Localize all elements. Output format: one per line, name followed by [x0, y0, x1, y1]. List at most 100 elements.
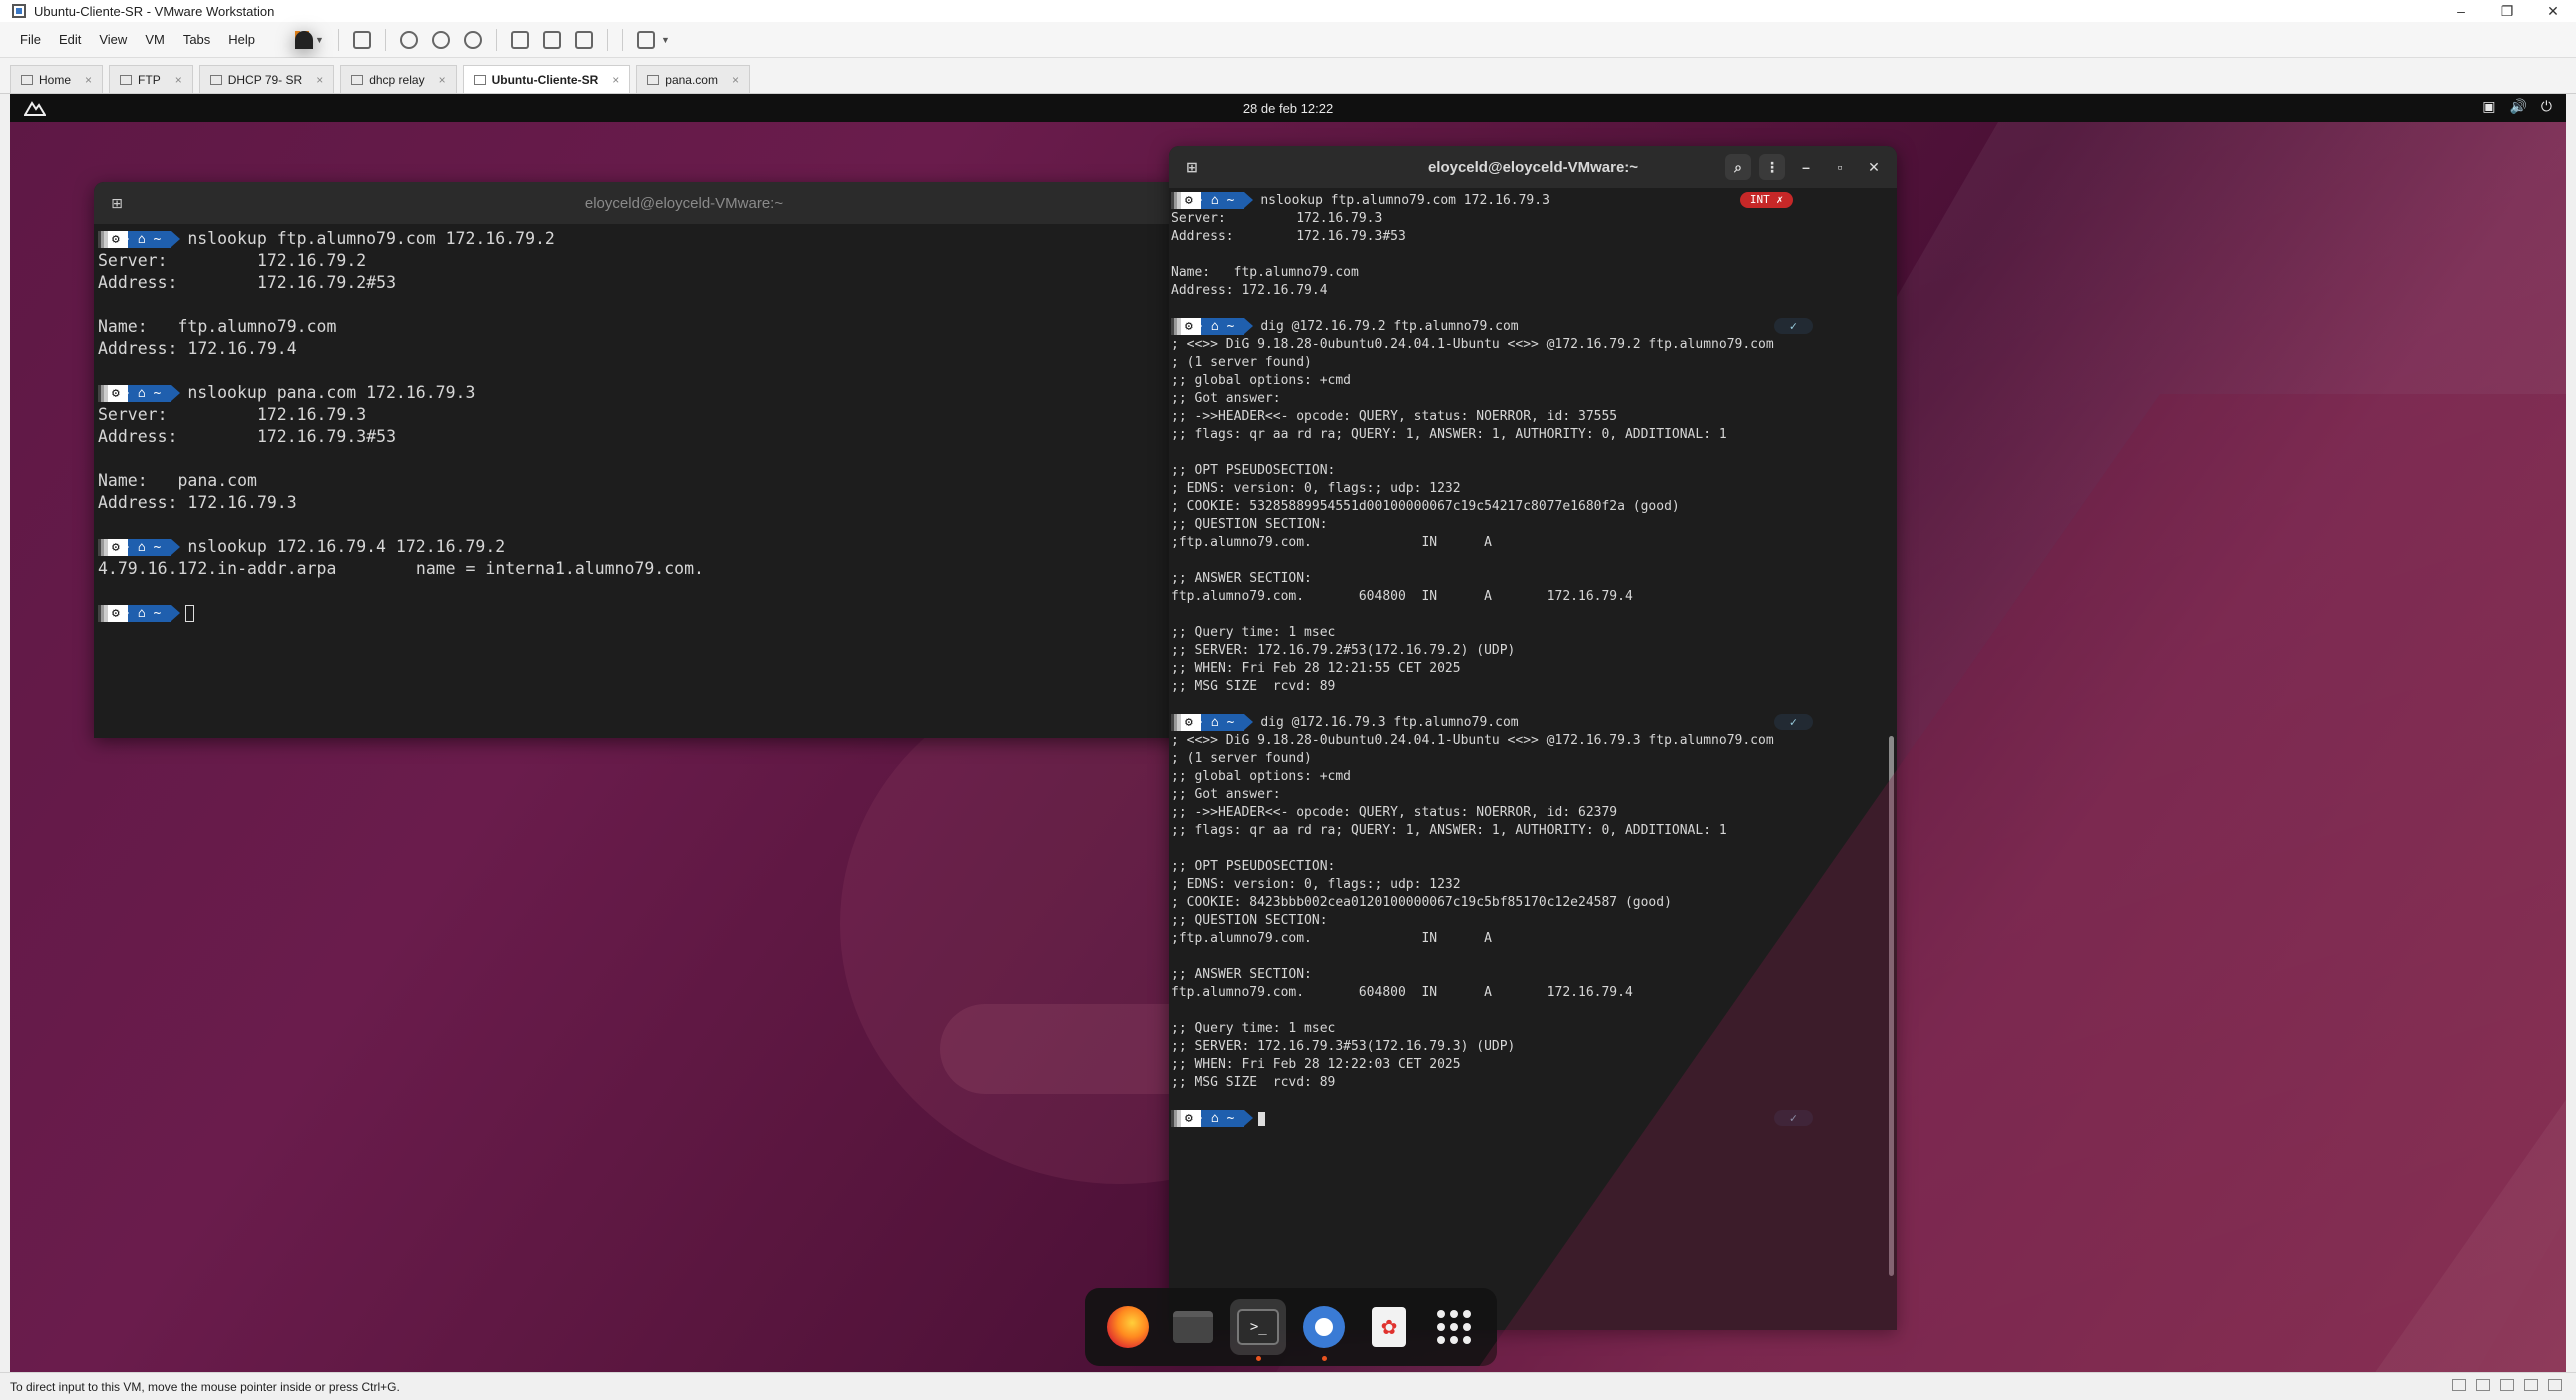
new-tab-icon[interactable]: ⊞ [106, 192, 128, 214]
tab-close-icon[interactable]: × [175, 73, 182, 87]
sound-icon[interactable] [2524, 1379, 2538, 1391]
menu-edit[interactable]: Edit [59, 32, 81, 47]
snapshot-icon[interactable] [399, 30, 418, 49]
prompt-line: ⚙ ⌂ ~ nslookup ftp.alumno79.com 172.16.79.… [98, 228, 1274, 250]
close-button[interactable]: ✕ [2530, 0, 2576, 22]
menu-file[interactable]: File [20, 32, 41, 47]
terminal-output[interactable]: ⚙ ⌂ ~ nslookup ftp.alumno79.com 172.16.79.… [1169, 188, 1881, 1330]
menu-help[interactable]: Help [228, 32, 255, 47]
power-icon[interactable]: ⏻ [2541, 98, 2552, 115]
tab-pana-com[interactable]: pana.com × [636, 65, 750, 93]
command-output: ; <<>> DiG 9.18.28-0ubuntu0.24.04.1-Ubun… [1171, 337, 1774, 694]
stretch-guest-icon[interactable] [636, 30, 655, 49]
menu-tabs[interactable]: Tabs [183, 32, 210, 47]
maximize-button[interactable]: ❐ [2484, 0, 2530, 22]
prompt: ⚙ ⌂ ~ [1171, 1110, 1254, 1127]
toolbar-separator [621, 28, 623, 51]
minimize-icon[interactable]: – [1793, 154, 1819, 180]
terminal-header[interactable]: ⊞ eloyceld@eloyceld-VMware:~ ⌕ ⋮ – ▫ ✕ [1169, 146, 1897, 188]
success-check-icon: ✓ [1773, 318, 1813, 334]
home-segment: ⌂ ~ [127, 539, 181, 556]
home-path: ~ [1226, 1110, 1235, 1126]
os-segment: ⚙ [98, 231, 129, 248]
thumbnail-bar-icon[interactable] [542, 30, 561, 49]
terminal-output[interactable]: ⚙ ⌂ ~ nslookup ftp.alumno79.com 172.16.79.… [94, 224, 1274, 624]
hard-disk-icon[interactable] [2452, 1379, 2466, 1391]
display-icon[interactable] [2548, 1379, 2562, 1391]
volume-icon[interactable]: 🔊 [2509, 98, 2526, 115]
tab-label: pana.com [665, 72, 718, 87]
network-adapter-icon[interactable] [2476, 1379, 2490, 1391]
prompt-line: ⚙ ⌂ ~ dig @172.16.79.2 ftp.alumno79.com ✓ [1171, 318, 1881, 336]
firefox-icon [1106, 1306, 1149, 1348]
ubuntu-icon: ⚙ [1185, 714, 1193, 730]
tab-close-icon[interactable]: × [439, 73, 446, 87]
snapshot-manager-icon[interactable] [463, 30, 482, 49]
minimize-button[interactable]: – [2438, 0, 2484, 22]
console-view-icon[interactable] [295, 30, 314, 49]
tab-close-icon[interactable]: × [732, 73, 739, 87]
os-segment: ⚙ [98, 385, 129, 402]
menu-vm[interactable]: VM [145, 32, 165, 47]
tab-label: dhcp relay [369, 72, 425, 87]
vm-icon [647, 74, 660, 85]
home-path: ~ [153, 605, 162, 621]
ubuntu-icon: ⚙ [1185, 318, 1193, 334]
menu-view[interactable]: View [99, 32, 127, 47]
prompt-line: ⚙ ⌂ ~ [98, 602, 1274, 624]
clock[interactable]: 28 de feb 12:22 [1243, 101, 1333, 116]
home-icon: ⌂ [1210, 1110, 1227, 1126]
terminal-window-right[interactable]: ⊞ eloyceld@eloyceld-VMware:~ ⌕ ⋮ – ▫ ✕ ⚙… [1169, 146, 1897, 1330]
dock-software[interactable]: ✿ [1361, 1299, 1417, 1355]
command-text: nslookup pana.com 172.16.79.3 [187, 383, 476, 402]
running-indicator [1256, 1356, 1262, 1361]
tab-dhcp-79-sr[interactable]: DHCP 79- SR × [198, 65, 335, 93]
tab-close-icon[interactable]: × [316, 73, 323, 87]
search-icon[interactable]: ⌕ [1725, 154, 1751, 180]
terminal-scrollbar[interactable] [1889, 736, 1894, 1276]
dock-firefox[interactable] [1100, 1299, 1156, 1355]
dock-terminal[interactable]: >_ [1230, 1299, 1287, 1361]
maximize-icon[interactable]: ▫ [1827, 154, 1853, 180]
activities-icon[interactable] [24, 99, 46, 117]
revert-snapshot-icon[interactable] [431, 30, 450, 49]
window-title: Ubuntu-Cliente-SR - VMware Workstation [34, 3, 275, 19]
tab-label: DHCP 79- SR [227, 72, 303, 87]
text-cursor [185, 605, 195, 622]
fullscreen-icon[interactable] [574, 30, 593, 49]
prompt-line: ⚙ ⌂ ~ nslookup ftp.alumno79.com 172.16.79.… [1171, 192, 1881, 210]
dock-toggle-app[interactable] [1296, 1299, 1352, 1361]
home-path: ~ [1226, 714, 1235, 730]
send-ctrl-alt-del-icon[interactable] [352, 30, 371, 49]
close-icon[interactable]: ✕ [1861, 154, 1887, 180]
tab-close-icon[interactable]: × [612, 73, 619, 87]
dock-files[interactable] [1165, 1299, 1221, 1355]
vmware-titlebar: Ubuntu-Cliente-SR - VMware Workstation –… [0, 0, 2576, 22]
terminal-header[interactable]: ⊞ eloyceld@eloyceld-VMware:~ [94, 182, 1274, 224]
new-tab-icon[interactable]: ⊞ [1181, 156, 1203, 178]
vm-tab-strip: Home × FTP × DHCP 79- SR × dhcp relay × Ubun… [0, 58, 2576, 94]
chevron-down-icon[interactable]: ▼ [661, 35, 670, 45]
tab-home[interactable]: Home × [10, 65, 104, 93]
terminal-title: eloyceld@eloyceld-VMware:~ [584, 194, 784, 212]
prompt: ⚙ ⌂ ~ [1171, 318, 1254, 335]
tab-ubuntu-cliente-sr[interactable]: Ubuntu-Cliente-SR × [462, 65, 631, 93]
usb-icon[interactable] [2500, 1379, 2514, 1391]
tab-dhcp-relay[interactable]: dhcp relay × [340, 65, 457, 93]
tab-close-icon[interactable]: × [85, 73, 92, 87]
home-path: ~ [153, 385, 162, 401]
command-output: Server: 172.16.79.3 Address: 172.16.79.3… [1171, 211, 1406, 298]
terminal-window-left[interactable]: ⊞ eloyceld@eloyceld-VMware:~ ⚙ ⌂ ~ nslooku… [94, 182, 1274, 738]
chevron-down-icon[interactable]: ▼ [315, 35, 324, 45]
ubuntu-icon: ⚙ [112, 385, 120, 401]
home-segment: ⌂ ~ [127, 231, 181, 248]
prompt-line: ⚙ ⌂ ~ nslookup pana.com 172.16.79.3 [98, 382, 1274, 404]
dock-app-grid[interactable] [1426, 1299, 1482, 1355]
prompt-line: ⚙ ⌂ ~ dig @172.16.79.3 ftp.alumno79.com ✓ [1171, 714, 1881, 732]
network-icon[interactable]: ▣ [2482, 98, 2495, 115]
menu-icon[interactable]: ⋮ [1759, 154, 1785, 180]
ubuntu-icon: ⚙ [112, 231, 120, 247]
tab-ftp[interactable]: FTP × [109, 65, 193, 93]
guest-desktop[interactable]: 28 de feb 12:22 ▣ 🔊 ⏻ ⊞ eloyceld@eloycel… [10, 94, 2566, 1372]
library-icon[interactable] [510, 30, 529, 49]
